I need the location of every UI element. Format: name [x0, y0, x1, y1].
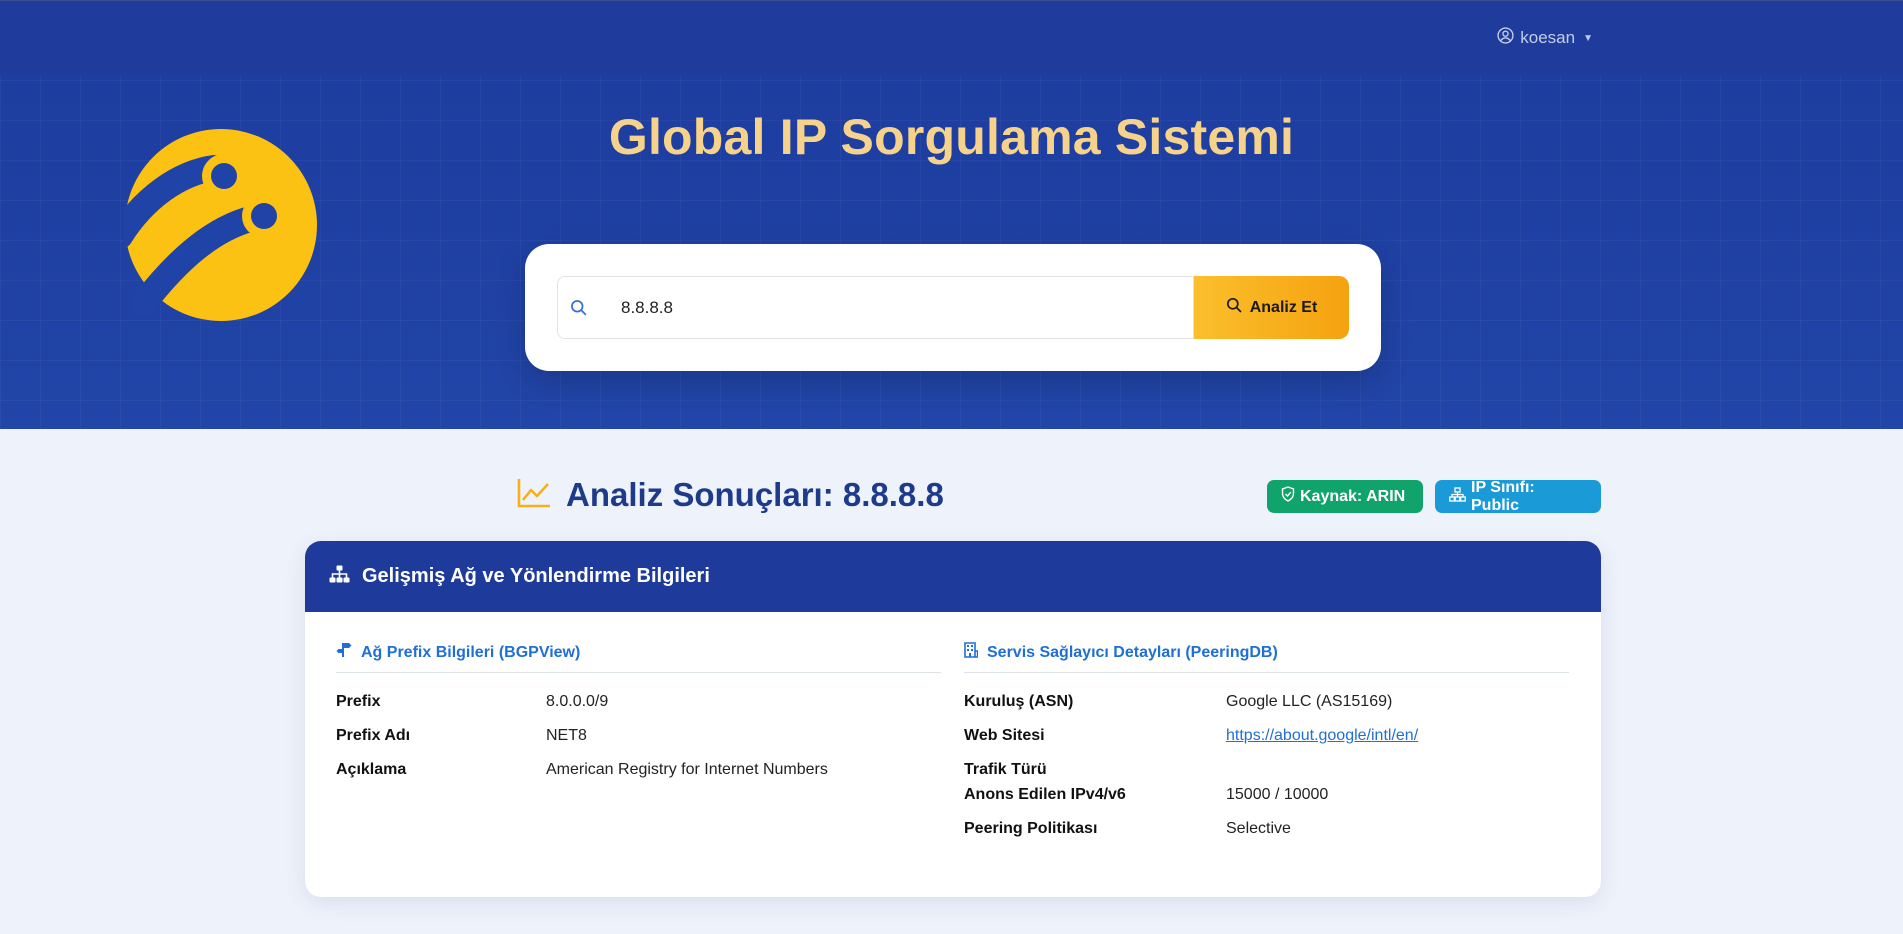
- prefix-name-label: Prefix Adı: [336, 727, 411, 744]
- website-label: Web Sitesi: [964, 727, 1045, 744]
- page-title: Global IP Sorgulama Sistemi: [608, 109, 1295, 165]
- provider-section-label: Servis Sağlayıcı Detayları (PeeringDB): [987, 643, 1278, 661]
- website-link[interactable]: https://about.google/intl/en/: [1226, 727, 1418, 744]
- signpost-icon: [336, 642, 352, 663]
- prefix-info-section: Ağ Prefix Bilgileri (BGPView) Prefix 8.0…: [336, 642, 941, 795]
- search-icon: [557, 276, 599, 339]
- search-group: Analiz Et: [557, 276, 1349, 339]
- card-title: Gelişmiş Ağ ve Yönlendirme Bilgileri: [362, 565, 710, 587]
- sitemap-icon: [329, 565, 350, 588]
- search-icon: [1226, 297, 1242, 318]
- building-icon: [964, 642, 979, 663]
- analyze-button-label: Analiz Et: [1249, 298, 1318, 316]
- shield-check-icon: [1281, 486, 1295, 507]
- search-card: Analiz Et: [525, 244, 1381, 371]
- results-heading: Analiz Sonuçları: 8.8.8.8: [516, 476, 944, 514]
- organization-label: Kuruluş (ASN): [964, 693, 1074, 710]
- website-value: https://about.google/intl/en/: [1226, 727, 1418, 745]
- ip-search-input[interactable]: [599, 276, 1194, 339]
- traffic-type-row: Trafik Türü: [964, 761, 1569, 786]
- results-title: Analiz Sonuçları: 8.8.8.8: [566, 476, 944, 513]
- prefix-value: 8.0.0.0/9: [546, 693, 609, 710]
- traffic-type-label: Trafik Türü: [964, 761, 1047, 778]
- organization-value: Google LLC (AS15169): [1226, 693, 1393, 710]
- organization-row: Kuruluş (ASN) Google LLC (AS15169): [964, 693, 1569, 727]
- top-navbar: koesan ▼: [0, 0, 1903, 76]
- caret-down-icon: ▼: [1583, 32, 1593, 44]
- prefix-section-title: Ağ Prefix Bilgileri (BGPView): [336, 642, 941, 673]
- user-circle-icon: [1497, 27, 1514, 49]
- description-label: Açıklama: [336, 761, 407, 778]
- description-value: American Registry for Internet Numbers: [546, 761, 828, 778]
- user-menu-dropdown[interactable]: koesan ▼: [1497, 27, 1593, 49]
- source-badge: Kaynak: ARIN: [1267, 480, 1423, 513]
- website-row: Web Sitesi https://about.google/intl/en/: [964, 727, 1569, 761]
- prefix-name-row: Prefix Adı NET8: [336, 727, 941, 761]
- prefix-section-label: Ağ Prefix Bilgileri (BGPView): [361, 643, 581, 661]
- prefix-label: Prefix: [336, 693, 381, 710]
- announced-prefixes-label: Anons Edilen IPv4/v6: [964, 786, 1126, 803]
- network-icon: [1449, 486, 1466, 507]
- peering-policy-row: Peering Politikası Selective: [964, 820, 1569, 854]
- username-label: koesan: [1520, 28, 1576, 47]
- network-info-card: Gelişmiş Ağ ve Yönlendirme Bilgileri Ağ …: [305, 541, 1601, 897]
- peering-policy-value: Selective: [1226, 820, 1291, 837]
- prefix-name-value: NET8: [546, 727, 587, 744]
- chart-line-icon: [516, 477, 552, 514]
- peering-policy-label: Peering Politikası: [964, 820, 1098, 837]
- ip-class-badge: IP Sınıfı: Public: [1435, 478, 1601, 514]
- prefix-row: Prefix 8.0.0.0/9: [336, 693, 941, 727]
- announced-prefixes-value: 15000 / 10000: [1226, 786, 1329, 803]
- announced-prefixes-row: Anons Edilen IPv4/v6 15000 / 10000: [964, 786, 1569, 820]
- provider-section-title: Servis Sağlayıcı Detayları (PeeringDB): [964, 642, 1569, 673]
- analyze-button[interactable]: Analiz Et: [1194, 276, 1349, 339]
- provider-info-section: Servis Sağlayıcı Detayları (PeeringDB) K…: [964, 642, 1569, 854]
- card-header: Gelişmiş Ağ ve Yönlendirme Bilgileri: [305, 541, 1601, 612]
- description-row: Açıklama American Registry for Internet …: [336, 761, 941, 795]
- ip-class-badge-label: IP Sınıfı: Public: [1471, 478, 1535, 514]
- source-badge-label: Kaynak: ARIN: [1300, 487, 1406, 505]
